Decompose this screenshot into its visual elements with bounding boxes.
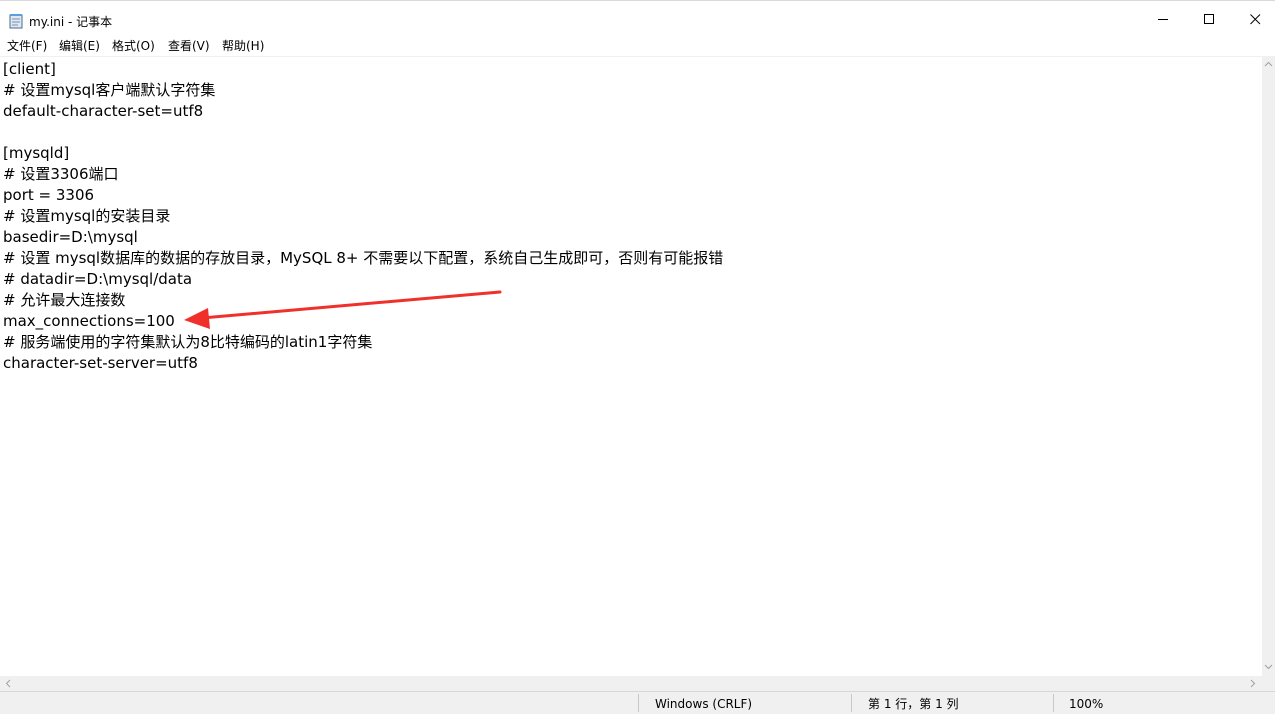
window-title: my.ini - 记事本 bbox=[29, 15, 113, 29]
close-button[interactable] bbox=[1232, 1, 1275, 37]
status-divider bbox=[638, 694, 639, 712]
close-icon bbox=[1249, 13, 1260, 24]
text-line: default-character-set=utf8 bbox=[3, 102, 204, 120]
menu-edit[interactable]: 编辑(E) bbox=[58, 38, 101, 54]
text-line: port = 3306 bbox=[3, 186, 95, 204]
status-encoding: Windows (CRLF) bbox=[655, 697, 753, 711]
text-line: [client] bbox=[3, 60, 56, 78]
minimize-button[interactable] bbox=[1140, 1, 1186, 37]
horizontal-scrollbar[interactable] bbox=[0, 676, 1262, 691]
text-line: # 设置 mysql数据库的数据的存放目录，MySQL 8+ 不需要以下配置，系… bbox=[3, 249, 724, 267]
text-line: # 设置3306端口 bbox=[3, 165, 119, 183]
status-zoom: 100% bbox=[1069, 697, 1104, 711]
menu-help[interactable]: 帮助(H) bbox=[221, 38, 265, 54]
text-line: # 允许最大连接数 bbox=[3, 291, 126, 309]
text-line: [mysqld] bbox=[3, 144, 70, 162]
maximize-icon bbox=[1203, 13, 1214, 24]
text-editor[interactable]: [client] # 设置mysql客户端默认字符集 default-chara… bbox=[0, 56, 1262, 676]
text-line: basedir=D:\mysql bbox=[3, 228, 138, 246]
scroll-up-icon[interactable] bbox=[1262, 58, 1275, 71]
scroll-down-icon[interactable] bbox=[1262, 660, 1275, 673]
maximize-button[interactable] bbox=[1186, 1, 1232, 37]
scroll-left-icon[interactable] bbox=[2, 676, 15, 691]
status-position: 第 1 行，第 1 列 bbox=[868, 697, 959, 711]
menu-bar: 文件(F) 编辑(E) 格式(O) 查看(V) 帮助(H) bbox=[0, 36, 1275, 56]
menu-view[interactable]: 查看(V) bbox=[167, 38, 211, 54]
status-bar: Windows (CRLF) 第 1 行，第 1 列 100% bbox=[0, 691, 1275, 714]
text-line: character-set-server=utf8 bbox=[3, 354, 198, 372]
scroll-right-icon[interactable] bbox=[1246, 676, 1259, 691]
text-line: # 服务端使用的字符集默认为8比特编码的latin1字符集 bbox=[3, 333, 373, 351]
minimize-icon bbox=[1157, 18, 1168, 20]
text-line: # 设置mysql的安装目录 bbox=[3, 207, 171, 225]
status-divider bbox=[1053, 694, 1054, 712]
status-divider bbox=[851, 694, 852, 712]
menu-file[interactable]: 文件(F) bbox=[6, 38, 48, 54]
vertical-scrollbar[interactable] bbox=[1262, 56, 1275, 676]
text-line: # 设置mysql客户端默认字符集 bbox=[3, 81, 216, 99]
title-bar: my.ini - 记事本 bbox=[0, 0, 1275, 36]
text-line: max_connections=100 bbox=[3, 312, 175, 330]
text-line: # datadir=D:\mysql/data bbox=[3, 270, 193, 288]
notepad-icon bbox=[9, 14, 23, 29]
scrollbar-corner bbox=[1262, 676, 1275, 691]
menu-format[interactable]: 格式(O) bbox=[111, 38, 156, 54]
